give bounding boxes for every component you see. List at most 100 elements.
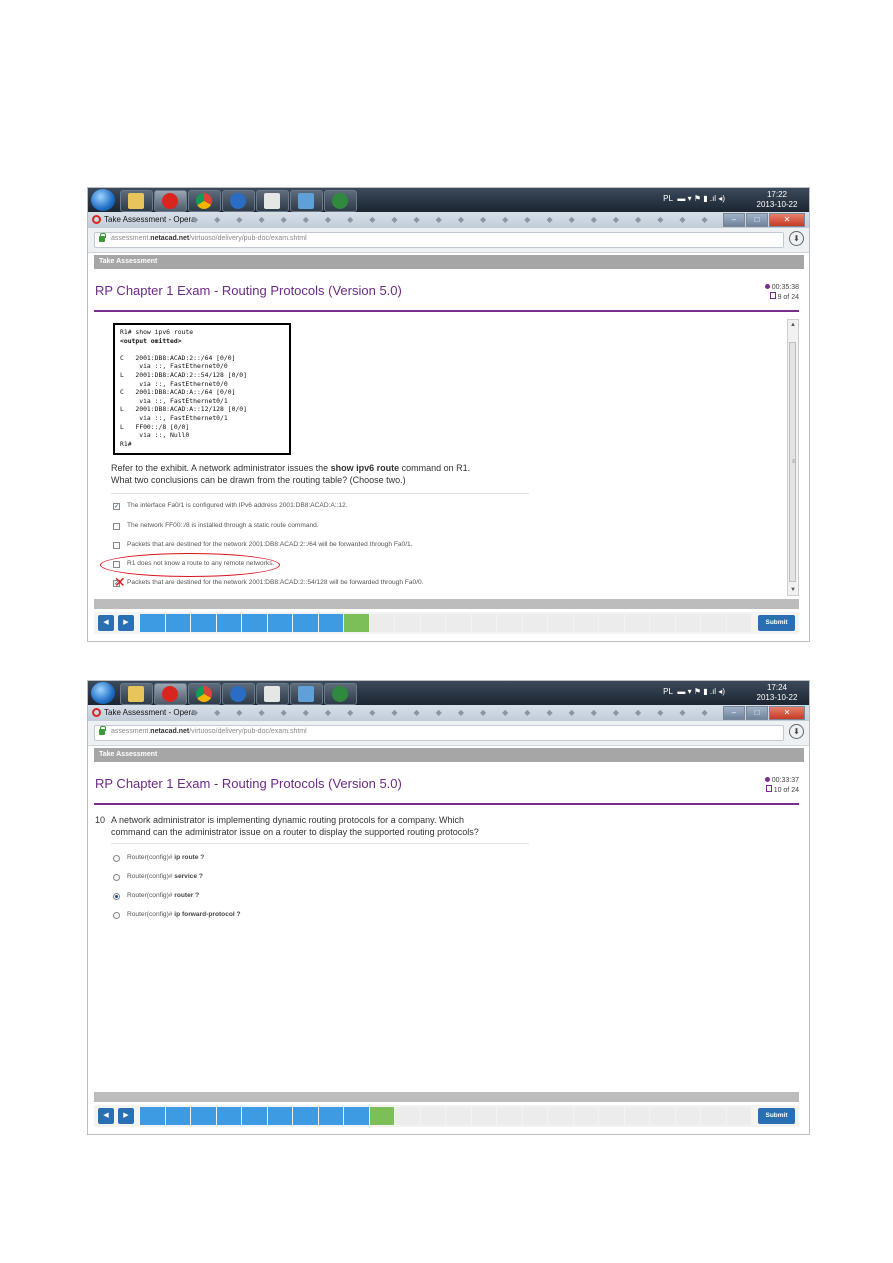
- taskbar-clock[interactable]: 17:22 2013-10-22: [751, 190, 803, 210]
- question-page-11[interactable]: [395, 614, 420, 632]
- question-page-23[interactable]: [701, 1107, 726, 1125]
- question-page-12[interactable]: [420, 1107, 445, 1125]
- question-page-14[interactable]: [471, 1107, 496, 1125]
- question-page-11[interactable]: [395, 1107, 420, 1125]
- minimize-button[interactable]: –: [723, 706, 745, 720]
- previous-button[interactable]: ◀: [98, 615, 114, 631]
- language-indicator[interactable]: PL: [663, 687, 673, 696]
- taskbar-app-documents[interactable]: [256, 190, 289, 212]
- question-page-13[interactable]: [446, 614, 471, 632]
- question-page-16[interactable]: [522, 614, 547, 632]
- taskbar-app-thunderbird[interactable]: [222, 190, 255, 212]
- question-page-5[interactable]: [242, 1107, 267, 1125]
- start-button[interactable]: [91, 682, 115, 704]
- question-page-10[interactable]: [369, 1107, 394, 1125]
- question-page-12[interactable]: [420, 614, 445, 632]
- taskbar-app-documents[interactable]: [256, 683, 289, 705]
- question-page-24[interactable]: [726, 614, 751, 632]
- question-page-18[interactable]: [573, 614, 598, 632]
- question-page-9[interactable]: [344, 1107, 369, 1125]
- taskbar-app-chrome[interactable]: [188, 190, 221, 212]
- question-scrollbar[interactable]: ▲ ≡ ▼: [787, 319, 799, 596]
- radio-button[interactable]: [113, 874, 120, 881]
- submit-button[interactable]: Submit: [758, 615, 795, 631]
- question-page-20[interactable]: [624, 614, 649, 632]
- download-icon[interactable]: ⬇: [789, 231, 804, 246]
- question-page-13[interactable]: [446, 1107, 471, 1125]
- exhibit-line: via ::, FastEthernet0/1: [120, 396, 228, 405]
- question-page-2[interactable]: [165, 614, 190, 632]
- question-page-2[interactable]: [165, 1107, 190, 1125]
- language-indicator[interactable]: PL: [663, 194, 673, 203]
- question-page-14[interactable]: [471, 614, 496, 632]
- checkbox-checked[interactable]: ✓: [113, 503, 120, 510]
- question-page-1[interactable]: [140, 1107, 165, 1125]
- question-page-18[interactable]: [573, 1107, 598, 1125]
- taskbar-app-opera[interactable]: [154, 190, 187, 212]
- question-page-4[interactable]: [216, 1107, 241, 1125]
- submit-button[interactable]: Submit: [758, 1108, 795, 1124]
- start-button[interactable]: [91, 189, 115, 211]
- question-page-15[interactable]: [497, 1107, 522, 1125]
- question-page-1[interactable]: [140, 614, 165, 632]
- download-icon[interactable]: ⬇: [789, 724, 804, 739]
- taskbar-app-packet-tracer[interactable]: [324, 190, 357, 212]
- maximize-button[interactable]: □: [746, 213, 768, 227]
- question-page-21[interactable]: [650, 1107, 675, 1125]
- next-button[interactable]: ▶: [118, 615, 134, 631]
- question-page-24[interactable]: [726, 1107, 751, 1125]
- taskbar-app-explorer[interactable]: [120, 190, 153, 212]
- question-page-19[interactable]: [599, 1107, 624, 1125]
- question-page-23[interactable]: [701, 614, 726, 632]
- page-icon: [765, 785, 772, 792]
- scroll-up-icon[interactable]: ▲: [788, 320, 798, 330]
- taskbar-app-opera[interactable]: [154, 683, 187, 705]
- question-page-8[interactable]: [318, 1107, 343, 1125]
- next-button[interactable]: ▶: [118, 1108, 134, 1124]
- question-page-8[interactable]: [318, 614, 343, 632]
- previous-button[interactable]: ◀: [98, 1108, 114, 1124]
- close-button[interactable]: ✕: [769, 213, 805, 227]
- scrollbar-thumb[interactable]: ≡: [789, 342, 796, 582]
- question-page-22[interactable]: [675, 614, 700, 632]
- question-page-5[interactable]: [242, 614, 267, 632]
- question-page-17[interactable]: [548, 1107, 573, 1125]
- radio-selected[interactable]: [113, 893, 120, 900]
- checkbox[interactable]: [113, 542, 120, 549]
- taskbar-app-thunderbird[interactable]: [222, 683, 255, 705]
- taskbar-clock[interactable]: 17:24 2013-10-22: [751, 683, 803, 703]
- scroll-down-icon[interactable]: ▼: [788, 585, 798, 595]
- checkbox[interactable]: [113, 523, 120, 530]
- question-page-7[interactable]: [293, 614, 318, 632]
- question-page-16[interactable]: [522, 1107, 547, 1125]
- taskbar-app-editor[interactable]: [290, 190, 323, 212]
- close-button[interactable]: ✕: [769, 706, 805, 720]
- question-page-3[interactable]: [191, 1107, 216, 1125]
- question-page-15[interactable]: [497, 614, 522, 632]
- question-page-20[interactable]: [624, 1107, 649, 1125]
- url-field[interactable]: assessment.netacad.net/virtuoso/delivery…: [94, 232, 784, 248]
- question-page-7[interactable]: [293, 1107, 318, 1125]
- question-page-9[interactable]: [344, 614, 369, 632]
- question-page-3[interactable]: [191, 614, 216, 632]
- question-page-17[interactable]: [548, 614, 573, 632]
- question-page-6[interactable]: [267, 614, 292, 632]
- question-page-21[interactable]: [650, 614, 675, 632]
- minimize-button[interactable]: –: [723, 213, 745, 227]
- question-page-6[interactable]: [267, 1107, 292, 1125]
- url-field[interactable]: assessment.netacad.net/virtuoso/delivery…: [94, 725, 784, 741]
- exam-title: RP Chapter 1 Exam - Routing Protocols (V…: [95, 776, 402, 791]
- taskbar-app-packet-tracer[interactable]: [324, 683, 357, 705]
- taskbar-app-chrome[interactable]: [188, 683, 221, 705]
- question-page-4[interactable]: [216, 614, 241, 632]
- question-page-10[interactable]: [369, 614, 394, 632]
- browser-tab-strip[interactable]: ◆◆◆◆◆◆◆◆◆◆◆◆◆◆◆◆◆◆◆◆◆◆◆◆◆: [192, 215, 722, 225]
- question-page-22[interactable]: [675, 1107, 700, 1125]
- question-page-19[interactable]: [599, 614, 624, 632]
- radio-button[interactable]: [113, 855, 120, 862]
- taskbar-app-editor[interactable]: [290, 683, 323, 705]
- taskbar-app-explorer[interactable]: [120, 683, 153, 705]
- radio-button[interactable]: [113, 912, 120, 919]
- browser-tab-strip[interactable]: ◆◆◆◆◆◆◆◆◆◆◆◆◆◆◆◆◆◆◆◆◆◆◆◆◆: [192, 708, 722, 718]
- maximize-button[interactable]: □: [746, 706, 768, 720]
